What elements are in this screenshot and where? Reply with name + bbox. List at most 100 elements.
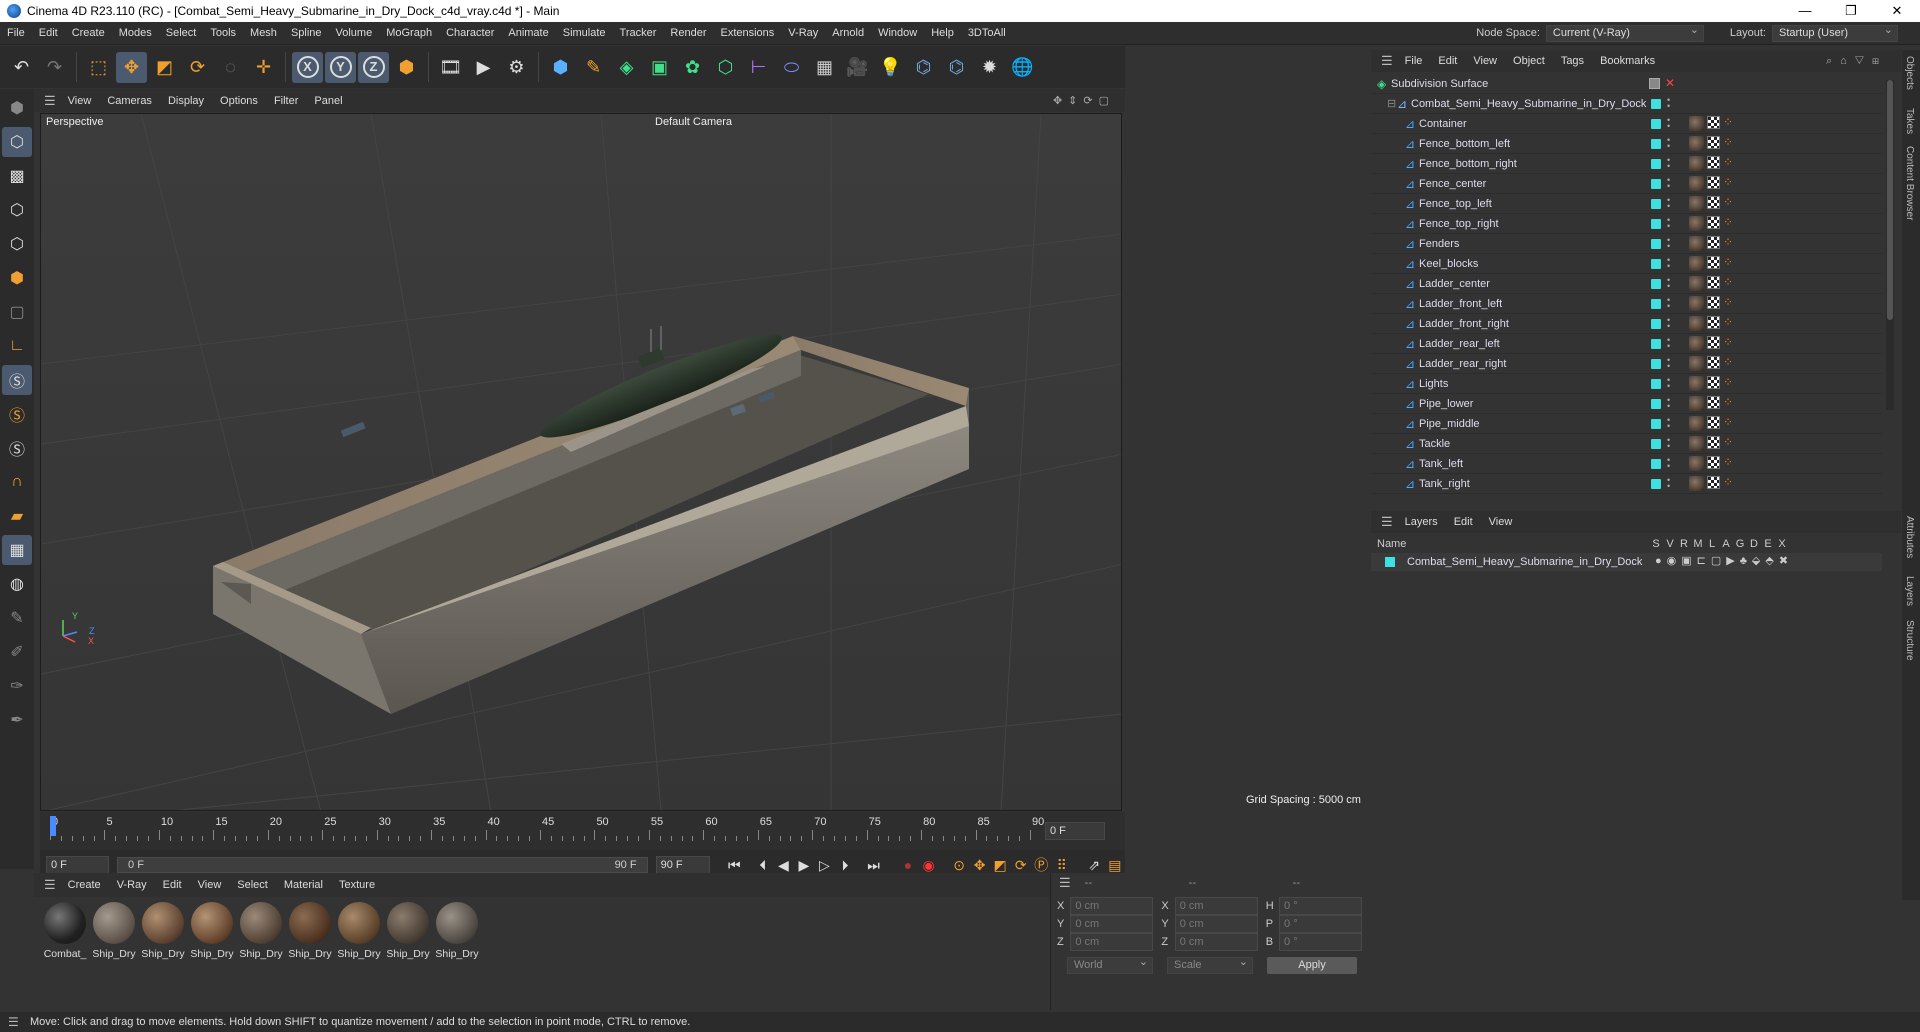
material-tag-icon[interactable] bbox=[1689, 256, 1704, 271]
layer-color-swatch[interactable] bbox=[1651, 299, 1661, 309]
z-axis-lock-icon[interactable]: Z bbox=[358, 51, 389, 83]
visibility-dots-icon[interactable]: • • bbox=[1667, 476, 1672, 491]
visibility-dots-icon[interactable]: • • bbox=[1667, 456, 1672, 471]
object-row[interactable]: ⊿ Ladder_rear_left • • ⁘ bbox=[1371, 334, 1882, 354]
pen-spline-icon[interactable]: ✎ bbox=[578, 52, 609, 83]
magnet-icon[interactable]: ∩ bbox=[2, 467, 32, 497]
render-settings-icon[interactable]: ⚙ bbox=[501, 52, 532, 83]
object-menu-tags[interactable]: Tags bbox=[1553, 55, 1592, 67]
phong-tag-icon[interactable]: ⁘ bbox=[1723, 456, 1735, 468]
object-menu-view[interactable]: View bbox=[1465, 55, 1505, 67]
visibility-dots-icon[interactable]: • • bbox=[1667, 96, 1672, 111]
object-row[interactable]: ⊿ Fence_top_left • • ⁘ bbox=[1371, 194, 1882, 214]
texture-tag-icon[interactable] bbox=[1707, 416, 1720, 429]
layer-color-swatch[interactable] bbox=[1651, 359, 1661, 369]
material-tag-icon[interactable] bbox=[1689, 156, 1704, 171]
hamburger-icon[interactable]: ☰ bbox=[1381, 514, 1393, 530]
object-menu-bookmarks[interactable]: Bookmarks bbox=[1592, 55, 1663, 67]
visibility-dots-icon[interactable]: • • bbox=[1667, 236, 1672, 251]
object-row[interactable]: ⊿ Pipe_middle • • ⁘ bbox=[1371, 414, 1882, 434]
viewport-menu-cameras[interactable]: Cameras bbox=[99, 95, 160, 107]
move-tool-icon[interactable]: ✥ bbox=[116, 51, 147, 83]
material-swatch[interactable]: Ship_Dry bbox=[385, 902, 431, 960]
menu-vray[interactable]: V-Ray bbox=[781, 27, 825, 39]
visibility-dots-icon[interactable]: • • bbox=[1667, 436, 1672, 451]
edges-mode-icon[interactable]: ⬡ bbox=[2, 229, 32, 259]
coord-position-field[interactable]: 0 cm bbox=[1070, 933, 1154, 951]
brush-icon[interactable]: ✑ bbox=[2, 671, 32, 701]
material-menu-create[interactable]: Create bbox=[60, 879, 109, 891]
transform-tool-icon[interactable]: ✛ bbox=[248, 52, 279, 83]
texture-tag-icon[interactable] bbox=[1707, 476, 1720, 489]
texture-tag-icon[interactable] bbox=[1707, 216, 1720, 229]
visibility-dots-icon[interactable]: • • bbox=[1667, 156, 1672, 171]
menu-mesh[interactable]: Mesh bbox=[243, 27, 284, 39]
phong-tag-icon[interactable]: ⁘ bbox=[1723, 376, 1735, 388]
workplane-icon[interactable]: ▰ bbox=[2, 501, 32, 531]
phong-tag-icon[interactable]: ⁘ bbox=[1723, 216, 1735, 228]
texture-tag-icon[interactable] bbox=[1707, 296, 1720, 309]
layer-color-swatch[interactable] bbox=[1651, 319, 1661, 329]
material-tag-icon[interactable] bbox=[1689, 176, 1704, 191]
material-swatch[interactable]: Ship_Dry bbox=[287, 902, 333, 960]
field-icon[interactable]: ⬭ bbox=[776, 52, 807, 83]
phong-tag-icon[interactable]: ⁘ bbox=[1723, 356, 1735, 368]
uv-mode-icon[interactable]: ▢ bbox=[2, 297, 32, 327]
viewport-nav-icons[interactable]: ✥⇕⟳▢ bbox=[1053, 94, 1115, 107]
object-row[interactable]: ⊿ Ladder_rear_right • • ⁘ bbox=[1371, 354, 1882, 374]
tab-takes[interactable]: Takes bbox=[1904, 108, 1915, 134]
material-menu-edit[interactable]: Edit bbox=[155, 879, 190, 891]
layer-menu-edit[interactable]: Edit bbox=[1446, 516, 1481, 528]
camera-icon[interactable]: 🎥 bbox=[842, 52, 873, 83]
layer-color-swatch[interactable] bbox=[1651, 479, 1661, 489]
material-tag-icon[interactable] bbox=[1689, 136, 1704, 151]
layer-color-swatch[interactable] bbox=[1651, 159, 1661, 169]
material-tag-icon[interactable] bbox=[1689, 336, 1704, 351]
texture-tag-icon[interactable] bbox=[1707, 176, 1720, 189]
material-tag-icon[interactable] bbox=[1689, 276, 1704, 291]
object-row[interactable]: ⊿ Tank_left • • ⁘ bbox=[1371, 454, 1882, 474]
material-tag-icon[interactable] bbox=[1689, 196, 1704, 211]
weight-icon[interactable]: ✒ bbox=[2, 705, 32, 735]
object-row[interactable]: ⊿ Ladder_center • • ⁘ bbox=[1371, 274, 1882, 294]
material-tag-icon[interactable] bbox=[1689, 476, 1704, 491]
texture-tag-icon[interactable] bbox=[1707, 456, 1720, 469]
menu-modes[interactable]: Modes bbox=[112, 27, 159, 39]
coord-position-field[interactable]: 0 cm bbox=[1070, 897, 1154, 915]
visibility-dots-icon[interactable]: • • bbox=[1667, 416, 1672, 431]
mograph-fracture-icon[interactable]: ⬡ bbox=[710, 52, 741, 83]
layer-flag-column[interactable]: M bbox=[1691, 538, 1705, 550]
menu-tracker[interactable]: Tracker bbox=[613, 27, 664, 39]
viewport-camera-label[interactable]: Default Camera bbox=[655, 116, 732, 128]
tab-layers[interactable]: Layers bbox=[1904, 576, 1915, 606]
layer-flag-column[interactable]: A bbox=[1719, 538, 1733, 550]
cube-object-icon[interactable]: ⬢ bbox=[545, 52, 576, 83]
render-picture-viewer-icon[interactable]: ▶ bbox=[468, 52, 499, 83]
coord-rotation-field[interactable]: 0 ° bbox=[1279, 897, 1363, 915]
visibility-dots-icon[interactable]: • • bbox=[1667, 356, 1672, 371]
viewport-menu-options[interactable]: Options bbox=[212, 95, 266, 107]
layer-color-swatch[interactable] bbox=[1651, 259, 1661, 269]
object-row[interactable]: ⊿ Fence_top_right • • ⁘ bbox=[1371, 214, 1882, 234]
object-row[interactable]: ⊿ Pipe_lower • • ⁘ bbox=[1371, 394, 1882, 414]
material-tag-icon[interactable] bbox=[1689, 416, 1704, 431]
material-swatch[interactable]: Ship_Dry bbox=[336, 902, 382, 960]
menu-window[interactable]: Window bbox=[871, 27, 924, 39]
material-tag-icon[interactable] bbox=[1689, 356, 1704, 371]
snap-settings-icon[interactable]: Ⓢ bbox=[2, 399, 32, 429]
viewport-menu-panel[interactable]: Panel bbox=[306, 95, 350, 107]
hamburger-icon[interactable]: ☰ bbox=[44, 877, 56, 893]
menu-extensions[interactable]: Extensions bbox=[713, 27, 781, 39]
python-generator-icon[interactable]: ⌬ bbox=[941, 52, 972, 83]
layer-flag-column[interactable]: E bbox=[1761, 538, 1775, 550]
visibility-dots-icon[interactable]: • • bbox=[1667, 136, 1672, 151]
visibility-dots-icon[interactable]: • • bbox=[1667, 256, 1672, 271]
extrude-icon[interactable]: ▣ bbox=[644, 52, 675, 83]
material-swatch[interactable]: Combat_ bbox=[42, 902, 88, 960]
layer-flag-column[interactable]: S bbox=[1649, 538, 1663, 550]
material-swatch[interactable]: Ship_Dry bbox=[238, 902, 284, 960]
apply-button[interactable]: Apply bbox=[1267, 957, 1357, 974]
phong-tag-icon[interactable]: ⁘ bbox=[1723, 136, 1735, 148]
layer-row[interactable]: Combat_Semi_Heavy_Submarine_in_Dry_Dock … bbox=[1371, 553, 1882, 571]
object-row[interactable]: ⊿ Tank_right • • ⁘ bbox=[1371, 474, 1882, 494]
